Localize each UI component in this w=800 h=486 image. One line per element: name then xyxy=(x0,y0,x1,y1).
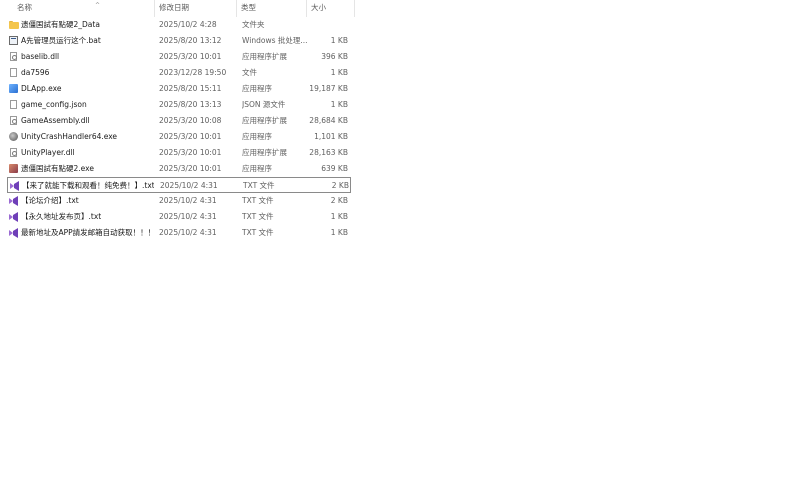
column-header-name-label: 名称 xyxy=(17,3,32,12)
dll-file-icon xyxy=(10,52,17,61)
file-row[interactable]: 【来了就能下载和观看！纯免费！】.txt 2025/10/2 4:31 TXT 文件… xyxy=(7,177,351,193)
column-header-date-label: 修改日期 xyxy=(159,3,189,12)
file-name: 【永久地址发布页】.txt xyxy=(21,212,102,221)
file-name: 遗僵国試有點硬2_Data xyxy=(21,20,100,29)
column-header-size[interactable]: 大小 xyxy=(307,0,354,17)
file-modified-date: 2025/3/20 10:08 xyxy=(159,116,222,125)
file-size: 639 KB xyxy=(321,164,348,173)
file-row[interactable]: game_config.json 2025/8/20 13:13 JSON 源文件 1… xyxy=(7,97,351,113)
file-name: UnityCrashHandler64.exe xyxy=(21,132,118,141)
file-modified-date: 2025/10/2 4:31 xyxy=(159,212,217,221)
file-modified-date: 2025/10/2 4:31 xyxy=(159,196,217,205)
file-modified-date: 2025/3/20 10:01 xyxy=(159,52,222,61)
file-size: 1 KB xyxy=(330,100,348,109)
file-row[interactable]: DLApp.exe 2025/8/20 15:11 应用程序 19,187 KB xyxy=(7,81,351,97)
column-divider[interactable] xyxy=(354,0,355,17)
column-header-name[interactable]: 名称 ^ xyxy=(13,0,153,17)
vs-text-icon xyxy=(9,196,19,206)
file-row[interactable]: GameAssembly.dll 2025/3/20 10:08 应用程序扩展 28,… xyxy=(7,113,351,129)
app-icon xyxy=(9,84,18,93)
file-row[interactable]: 【论坛介绍】.txt 2025/10/2 4:31 TXT 文件 2 KB xyxy=(7,193,351,209)
file-size: 1 KB xyxy=(330,36,348,45)
file-row[interactable]: UnityPlayer.dll 2025/3/20 10:01 应用程序扩展 28,1… xyxy=(7,145,351,161)
file-row[interactable]: da7596 2023/12/28 19:50 文件 1 KB xyxy=(7,65,351,81)
file-type: 应用程序扩展 xyxy=(242,116,287,125)
file-name: 【论坛介绍】.txt xyxy=(21,196,79,205)
json-file-icon xyxy=(10,100,17,109)
file-modified-date: 2025/8/20 15:11 xyxy=(159,84,222,93)
file-type: Windows 批处理... xyxy=(242,36,308,45)
file-name: GameAssembly.dll xyxy=(21,116,90,125)
file-name: 最新地址及APP請发邮箱自动获取！！！... xyxy=(21,228,153,237)
column-header-size-label: 大小 xyxy=(311,3,326,12)
file-type: 文件夹 xyxy=(242,20,265,29)
file-name: baselib.dll xyxy=(21,52,60,61)
file-name: DLApp.exe xyxy=(21,84,62,93)
file-size: 1,101 KB xyxy=(314,132,348,141)
column-header-type[interactable]: 类型 xyxy=(237,0,305,17)
folder-icon xyxy=(9,20,19,30)
file-size: 2 KB xyxy=(331,181,349,190)
file-type: TXT 文件 xyxy=(242,212,274,221)
file-name: game_config.json xyxy=(21,100,87,109)
batch-file-icon xyxy=(9,36,18,45)
dll-file-icon xyxy=(10,116,17,125)
file-row[interactable]: 遗僵国試有點硬2.exe 2025/3/20 10:01 应用程序 639 KB xyxy=(7,161,351,177)
file-modified-date: 2025/8/20 13:12 xyxy=(159,36,222,45)
file-modified-date: 2025/3/20 10:01 xyxy=(159,148,222,157)
file-size: 1 KB xyxy=(330,228,348,237)
file-size: 28,163 KB xyxy=(309,148,348,157)
file-size: 28,684 KB xyxy=(309,116,348,125)
file-size: 396 KB xyxy=(321,52,348,61)
vs-text-icon xyxy=(10,181,20,191)
file-size xyxy=(307,17,348,33)
file-type: JSON 源文件 xyxy=(242,100,286,109)
file-size: 1 KB xyxy=(330,68,348,77)
column-header-type-label: 类型 xyxy=(241,3,256,12)
file-modified-date: 2025/10/2 4:31 xyxy=(160,181,218,190)
file-modified-date: 2025/3/20 10:01 xyxy=(159,132,222,141)
file-type: TXT 文件 xyxy=(242,196,274,205)
file-type: 应用程序 xyxy=(242,164,272,173)
file-name: UnityPlayer.dll xyxy=(21,148,75,157)
file-row[interactable]: 遗僵国試有點硬2_Data 2025/10/2 4:28 文件夹 xyxy=(7,17,351,33)
file-modified-date: 2025/10/2 4:31 xyxy=(159,228,217,237)
file-row[interactable]: baselib.dll 2025/3/20 10:01 应用程序扩展 396 KB xyxy=(7,49,351,65)
file-type: 应用程序 xyxy=(242,84,272,93)
sort-ascending-icon: ^ xyxy=(95,2,101,9)
file-icon xyxy=(10,68,17,77)
vs-text-icon xyxy=(9,228,19,238)
file-modified-date: 2025/10/2 4:28 xyxy=(159,20,217,29)
file-row[interactable]: A先管理员运行这个.bat 2025/8/20 13:12 Windows 批处理.… xyxy=(7,33,351,49)
file-type: 应用程序扩展 xyxy=(242,52,287,61)
file-modified-date: 2025/3/20 10:01 xyxy=(159,164,222,173)
unity-icon xyxy=(9,132,18,141)
column-header-date[interactable]: 修改日期 xyxy=(155,0,235,17)
file-name: 遗僵国試有點硬2.exe xyxy=(21,164,94,173)
column-header-bar: 名称 ^ 修改日期 类型 大小 xyxy=(0,0,800,17)
file-row[interactable]: UnityCrashHandler64.exe 2025/3/20 10:01 应用… xyxy=(7,129,351,145)
file-type: 应用程序扩展 xyxy=(242,148,287,157)
file-type: 文件 xyxy=(242,68,257,77)
file-modified-date: 2023/12/28 19:50 xyxy=(159,68,227,77)
file-type: TXT 文件 xyxy=(242,228,274,237)
file-name: da7596 xyxy=(21,68,50,77)
game-app-icon xyxy=(9,164,18,173)
file-modified-date: 2025/8/20 13:13 xyxy=(159,100,222,109)
file-name: A先管理员运行这个.bat xyxy=(21,36,101,45)
vs-text-icon xyxy=(9,212,19,222)
file-size: 1 KB xyxy=(330,212,348,221)
file-size: 2 KB xyxy=(330,196,348,205)
dll-file-icon xyxy=(10,148,17,157)
file-row[interactable]: 最新地址及APP請发邮箱自动获取！！！... 2025/10/2 4:31 TXT … xyxy=(7,225,351,241)
file-name: 【来了就能下载和观看！纯免费！】.txt xyxy=(22,181,154,190)
file-size: 19,187 KB xyxy=(309,84,348,93)
file-type: 应用程序 xyxy=(242,132,272,141)
file-row[interactable]: 【永久地址发布页】.txt 2025/10/2 4:31 TXT 文件 1 KB xyxy=(7,209,351,225)
file-type: TXT 文件 xyxy=(243,181,275,190)
